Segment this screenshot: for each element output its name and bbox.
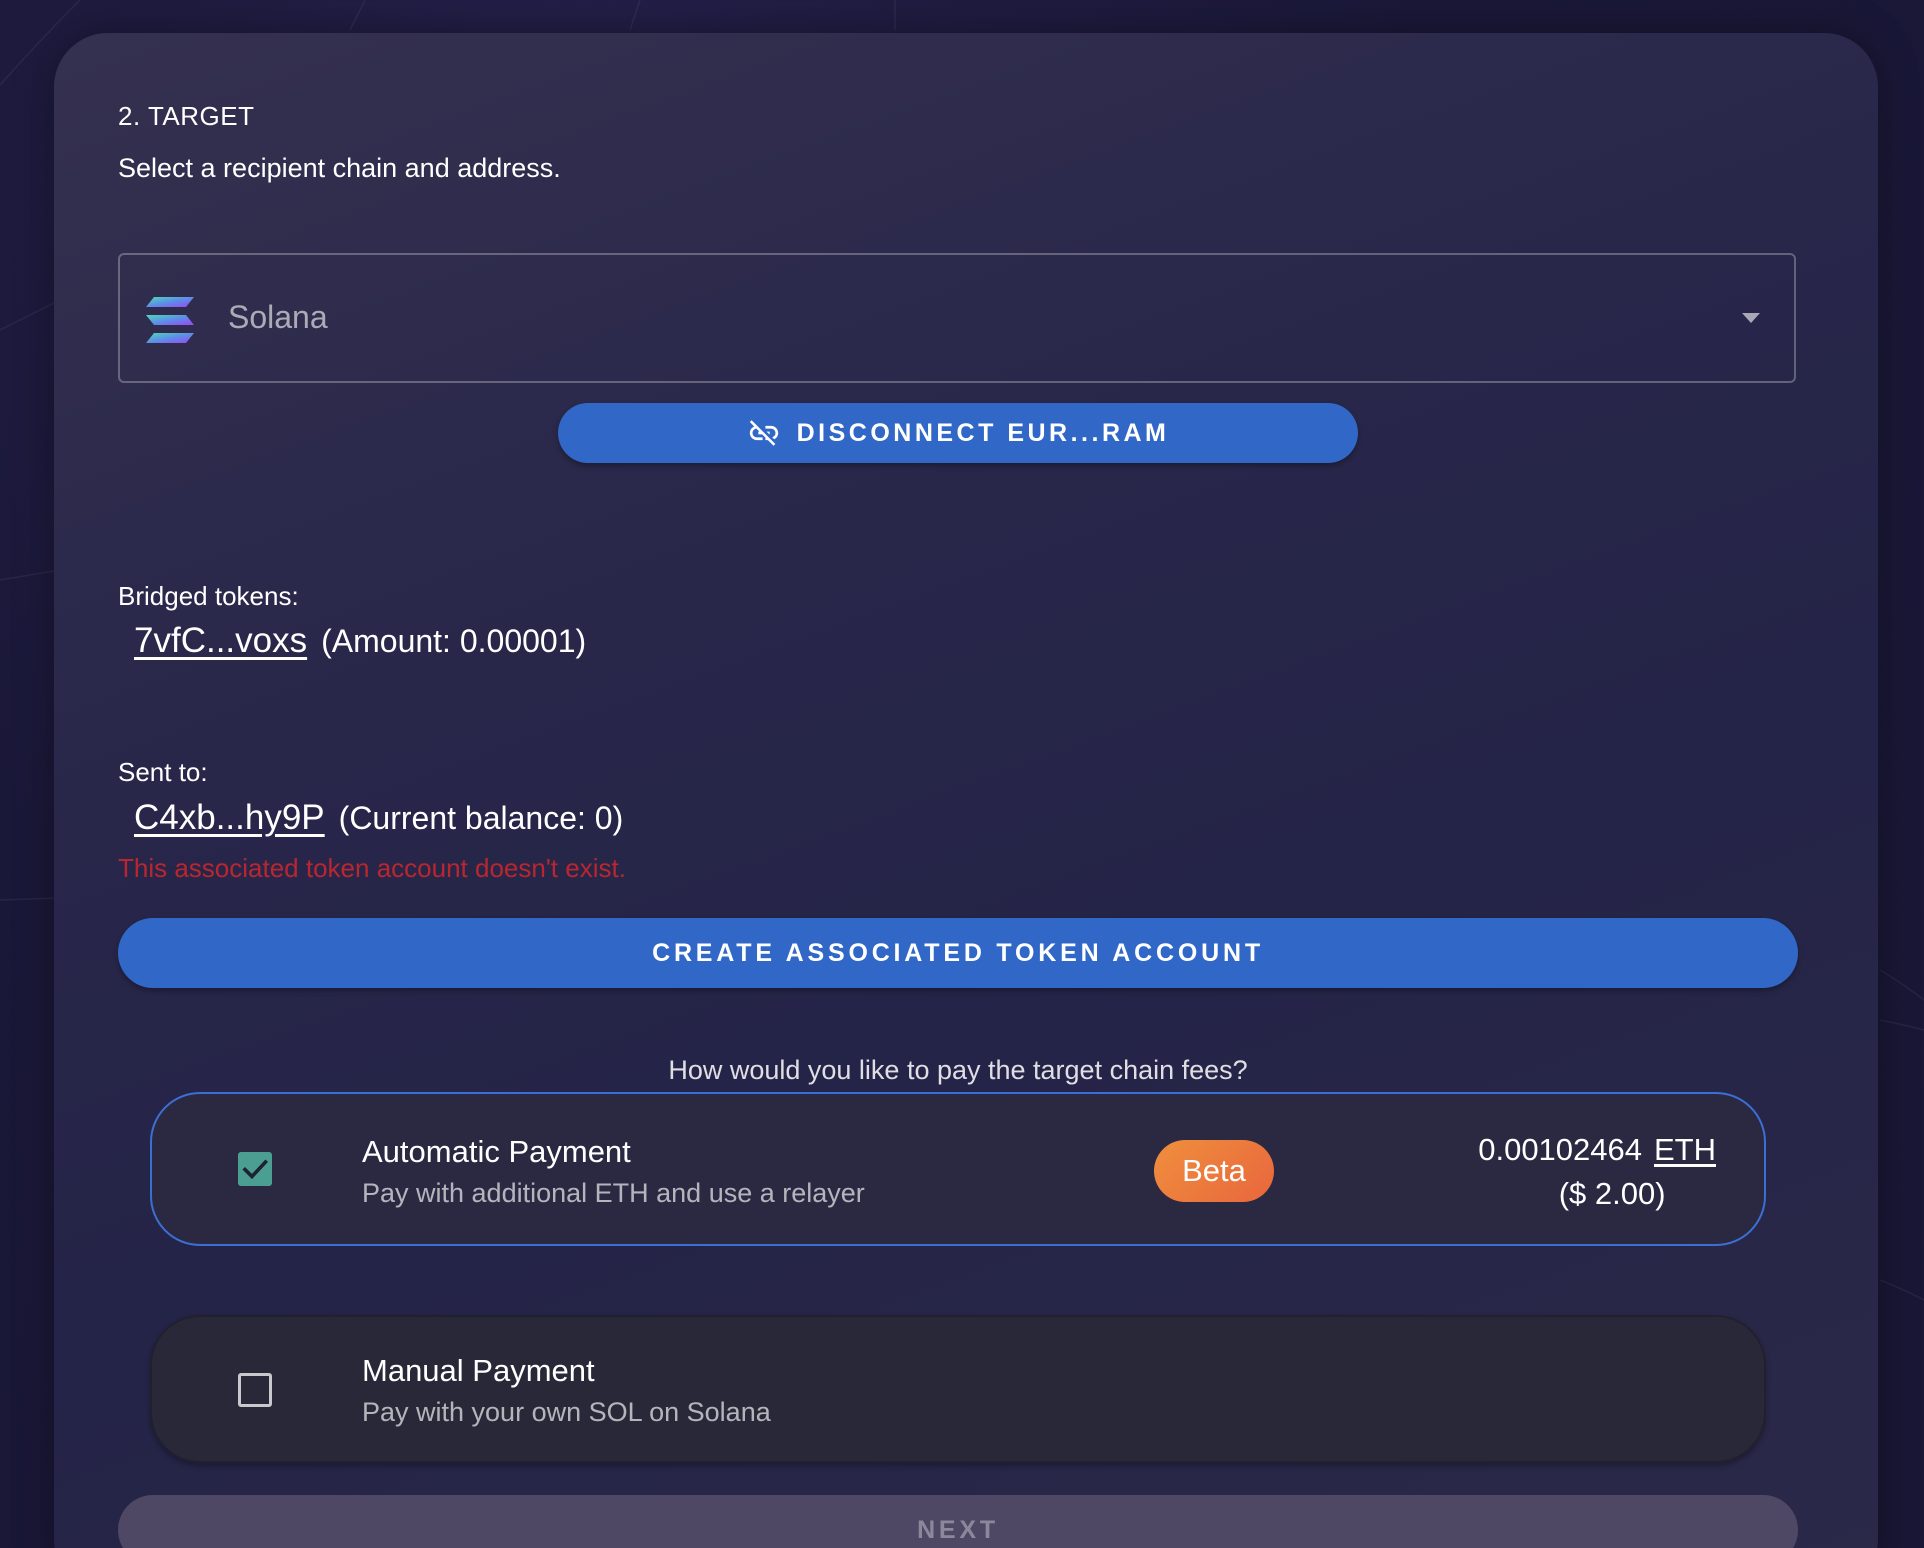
token-address-link[interactable]: 7vfC...voxs [134, 621, 307, 660]
create-token-account-button[interactable]: CREATE ASSOCIATED TOKEN ACCOUNT [118, 918, 1798, 988]
next-button-label: NEXT [917, 1515, 999, 1544]
check-icon [242, 1159, 269, 1180]
fee-amount: 0.00102464 ETH ($ 2.00) [1478, 1128, 1716, 1216]
automatic-payment-title: Automatic Payment [362, 1134, 631, 1169]
fee-usd-amount: ($ 2.00) [1558, 1176, 1666, 1211]
recipient-address-link[interactable]: C4xb...hy9P [134, 798, 325, 837]
automatic-payment-description: Pay with additional ETH and use a relaye… [362, 1178, 865, 1208]
next-button[interactable]: NEXT [118, 1495, 1798, 1548]
sent-to-label: Sent to: [118, 757, 208, 787]
bridge-card: 2. TARGET Select a recipient chain and a… [54, 33, 1878, 1548]
fee-eth-unit[interactable]: ETH [1654, 1132, 1716, 1167]
chain-name: Solana [228, 299, 328, 335]
automatic-payment-checkbox[interactable] [238, 1152, 272, 1186]
automatic-payment-option[interactable]: Automatic Payment Pay with additional ET… [150, 1092, 1766, 1246]
fee-eth-amount: 0.00102464 [1478, 1132, 1642, 1167]
create-button-label: CREATE ASSOCIATED TOKEN ACCOUNT [652, 938, 1264, 967]
manual-payment-option[interactable]: Manual Payment Pay with your own SOL on … [150, 1315, 1766, 1463]
manual-payment-description: Pay with your own SOL on Solana [362, 1397, 771, 1427]
fee-question: How would you like to pay the target cha… [668, 1055, 1248, 1085]
solana-icon [146, 297, 194, 343]
step-subtitle: Select a recipient chain and address. [118, 153, 561, 183]
sent-to-line: C4xb...hy9P (Current balance: 0) [134, 798, 623, 838]
bridged-tokens-label: Bridged tokens: [118, 581, 299, 611]
step-title: 2. TARGET [118, 101, 255, 131]
beta-badge: Beta [1154, 1140, 1274, 1202]
manual-payment-checkbox[interactable] [238, 1373, 272, 1407]
disconnect-wallet-button[interactable]: DISCONNECT EUR...RAM [558, 403, 1358, 463]
bridged-tokens-line: 7vfC...voxs (Amount: 0.00001) [134, 621, 586, 661]
token-amount: (Amount: 0.00001) [321, 623, 587, 659]
manual-payment-title: Manual Payment [362, 1353, 595, 1388]
error-message: This associated token account doesn't ex… [118, 853, 626, 883]
chevron-down-icon [1742, 313, 1760, 323]
recipient-balance: (Current balance: 0) [338, 800, 624, 836]
link-off-icon [749, 420, 778, 446]
chain-select[interactable]: Solana [118, 253, 1796, 383]
disconnect-button-label: DISCONNECT EUR...RAM [796, 418, 1170, 447]
